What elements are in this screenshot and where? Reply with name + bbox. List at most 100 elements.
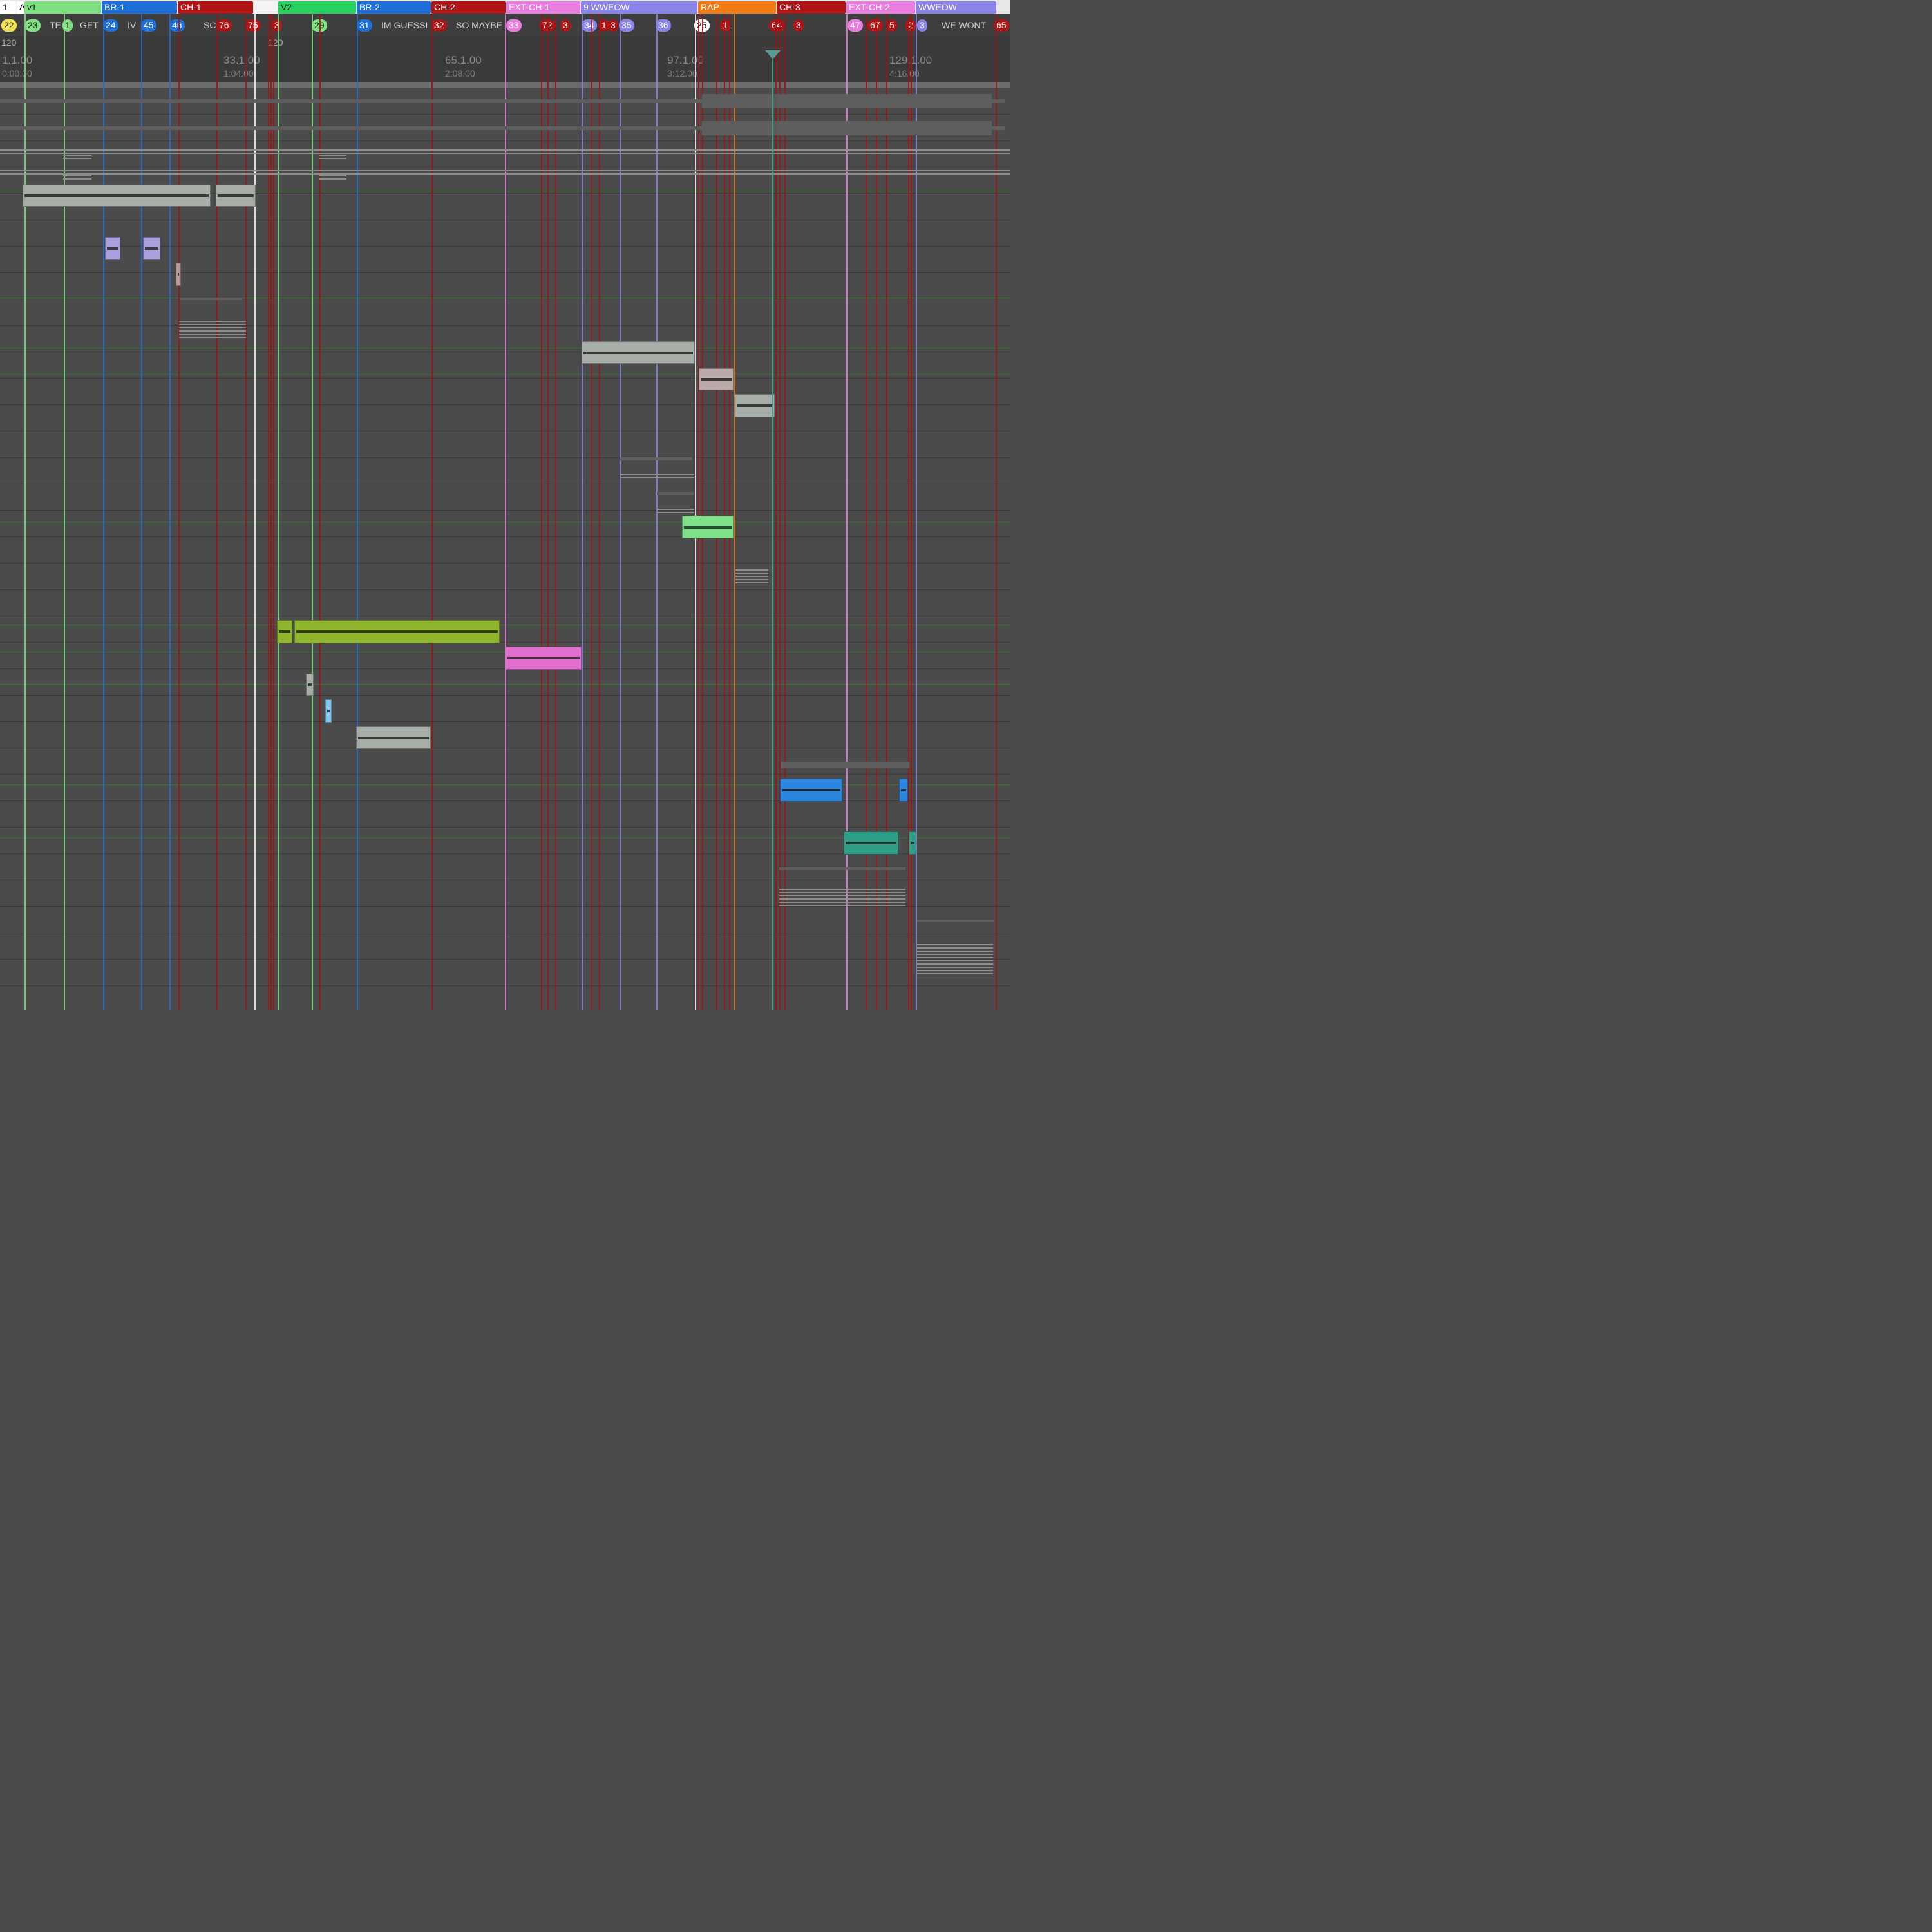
marker-line [599,14,600,1010]
marker-badge[interactable]: 22 [1,19,17,32]
marker-line [505,14,506,1010]
ruler-bar-label: 65.1.00 [445,54,482,66]
muted-waveform [180,298,242,300]
midi-note-lines [779,889,905,908]
marker-line [846,14,848,1010]
marker-line [908,14,909,1010]
region-ruler[interactable]: 1 Av1 BR-1 CH-1 V2 BR-2 CH-2 EXT-CH-1 9 WWEOW RAP… [0,0,1010,14]
audio-clip[interactable] [735,394,775,417]
marker-badge[interactable]: 3 [793,19,804,32]
clip-waveform [583,351,693,354]
audio-clip[interactable] [699,368,734,390]
marker-line [779,14,781,1010]
audio-clip[interactable] [682,516,734,538]
midi-note-lines [319,155,346,161]
audio-clip[interactable] [582,341,695,364]
marker-badge[interactable]: 3 [917,19,927,32]
region-block[interactable]: CH-3 [777,1,846,14]
audio-clip[interactable] [780,779,842,802]
clip-waveform [901,789,906,792]
muted-waveform [917,920,994,922]
midi-note-lines [916,944,993,976]
clip-waveform [701,378,732,381]
midi-note-lines [735,569,768,585]
marker-badge[interactable]: 36 [656,19,671,32]
marker-badge[interactable]: 47 [848,19,863,32]
clip-waveform [178,273,179,276]
audio-clip[interactable] [506,647,582,670]
region-block[interactable]: A [17,1,24,14]
marker-line [216,14,218,1010]
audio-clip[interactable] [899,779,908,802]
marker-badge[interactable]: 67 [867,19,883,32]
audio-clip[interactable] [909,831,916,855]
marker-badge[interactable]: 5 [887,19,897,32]
region-block[interactable]: V2 [278,1,356,14]
region-block[interactable]: v1 [24,1,101,14]
marker-line [541,14,542,1010]
audio-clip[interactable] [356,726,431,749]
region-block[interactable]: WWEOW [916,1,996,14]
marker-line [103,14,104,1010]
region-block[interactable]: BR-2 [357,1,431,14]
region-block[interactable]: 1 [0,1,16,14]
marker-badge[interactable]: 75 [245,19,261,32]
marker-line [547,14,549,1010]
region-block[interactable]: EXT-CH-1 [506,1,580,14]
midi-note-lines [0,170,1010,176]
midi-clip[interactable] [105,237,120,260]
marker-badge[interactable]: 3 [560,19,571,32]
region-block[interactable]: EXT-CH-2 [846,1,915,14]
marker-name-label: IV [128,20,137,30]
marker-badge[interactable]: 35 [619,19,634,32]
marker-name-label: SO MAYBE [456,20,503,30]
audio-clip[interactable] [277,620,292,643]
playhead-marker-icon[interactable] [765,50,781,59]
audio-clip[interactable] [294,620,500,643]
clip-waveform [684,526,732,529]
marker-line [431,14,433,1010]
audio-clip[interactable] [306,674,314,696]
midi-note-lines [63,175,91,182]
marker-badge[interactable]: 33 [506,19,522,32]
marker-badge[interactable]: 3 [608,19,618,32]
playhead-line [772,59,773,1010]
marker-badge[interactable]: 31 [357,19,372,32]
marker-line [734,14,735,1010]
ruler-time-label: 3:12.00 [667,68,697,79]
marker-line [64,14,65,1010]
midi-note-lines [319,175,346,182]
region-block[interactable]: BR-1 [102,1,177,14]
marker-line [24,14,26,1010]
marker-badge[interactable]: 23 [25,19,41,32]
clip-waveform [107,247,118,250]
audio-clip[interactable] [216,185,256,207]
audio-clip[interactable] [844,831,898,855]
marker-line [270,14,272,1010]
clip-waveform [296,630,498,634]
marker-line [695,14,696,1010]
ruler-time-label: 0:00.00 [2,68,32,79]
muted-waveform [779,867,905,870]
marker-line [582,14,583,1010]
midi-clip[interactable] [143,237,160,260]
region-block[interactable]: RAP [698,1,776,14]
marker-line [278,14,279,1010]
audio-clip[interactable] [176,263,181,286]
region-block[interactable]: 9 WWEOW [581,1,697,14]
midi-clip[interactable] [325,699,332,723]
marker-badge[interactable]: 34 [582,19,597,32]
region-block[interactable]: CH-2 [431,1,506,14]
region-block[interactable] [254,1,278,14]
clip-waveform [279,630,290,634]
marker-badge[interactable]: 32 [431,19,447,32]
marker-badge[interactable]: 76 [216,19,232,32]
daw-arrange-window: 1 Av1 BR-1 CH-1 V2 BR-2 CH-2 EXT-CH-1 9 WWEOW RAP… [0,0,1010,1010]
tempo-marker-start[interactable]: 120 [1,37,16,48]
clip-waveform [507,657,580,660]
marker-badge[interactable]: 24 [103,19,118,32]
audio-clip[interactable] [23,185,211,207]
marker-badge[interactable]: 45 [141,19,156,32]
region-block[interactable]: CH-1 [178,1,253,14]
marker-badge[interactable]: 46 [169,19,185,32]
